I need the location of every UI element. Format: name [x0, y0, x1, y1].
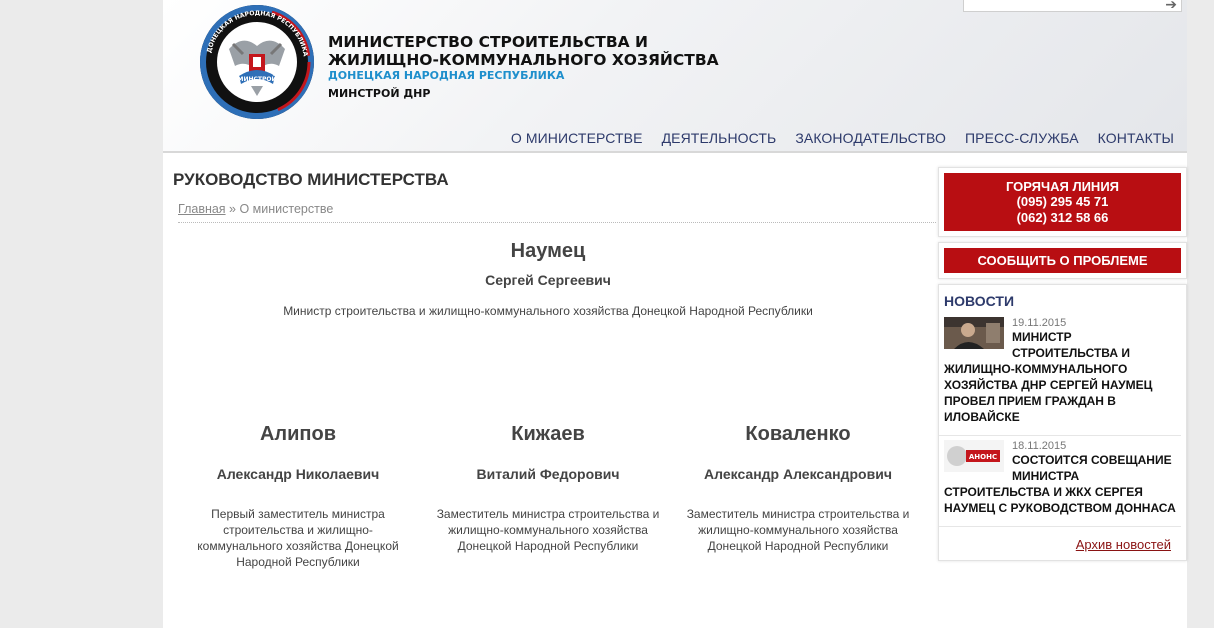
deputy-role: Заместитель министра строительства и жил…: [686, 507, 910, 553]
nav-item-legislation[interactable]: ЗАКОНОДАТЕЛЬСТВО: [795, 130, 946, 146]
hotline-box: ГОРЯЧАЯ ЛИНИЯ (095) 295 45 71 (062) 312 …: [938, 167, 1187, 237]
deputy-role: Первый заместитель министра строительств…: [197, 507, 399, 569]
org-title: МИНИСТЕРСТВО СТРОИТЕЛЬСТВА И ЖИЛИЩНО-КОМ…: [328, 33, 719, 69]
report-box: СООБЩИТЬ О ПРОБЛЕМЕ: [938, 242, 1187, 279]
news-box: НОВОСТИ 19.11.2015 МИНИСТР СТРОИТЕЛЬСТВА…: [938, 284, 1187, 561]
breadcrumb: Главная » О министерстве: [178, 202, 936, 223]
news-thumbnail-photo[interactable]: [944, 317, 1004, 349]
main-nav: О МИНИСТЕРСТВЕ ДЕЯТЕЛЬНОСТЬ ЗАКОНОДАТЕЛЬ…: [511, 130, 1174, 146]
news-archive-link[interactable]: Архив новостей: [1076, 537, 1171, 552]
deputy-card: Алипов Александр Николаевич Первый замес…: [183, 423, 413, 570]
news-item[interactable]: 19.11.2015 МИНИСТР СТРОИТЕЛЬСТВА И ЖИЛИЩ…: [939, 313, 1181, 436]
news-thumbnail-announcement[interactable]: АНОНС: [944, 440, 1004, 472]
sidebar: ГОРЯЧАЯ ЛИНИЯ (095) 295 45 71 (062) 312 …: [938, 167, 1187, 566]
minister-card: Наумец Сергей Сергеевич Министр строител…: [173, 240, 923, 318]
org-short-name: МИНСТРОЙ ДНР: [328, 87, 431, 100]
deputy-given-name: Александр Александрович: [704, 466, 892, 482]
deputy-card: Коваленко Александр Александрович Замест…: [683, 423, 913, 554]
org-title-line2: ЖИЛИЩНО-КОММУНАЛЬНОГО ХОЗЯЙСТВА: [328, 51, 719, 69]
ministry-emblem-logo[interactable]: ДОНЕЦКАЯ НАРОДНАЯ РЕСПУБЛИКА МИНСТРОЙ: [199, 4, 315, 120]
minister-surname: Наумец: [510, 240, 586, 262]
search-box: ➔: [963, 0, 1182, 14]
nav-item-activity[interactable]: ДЕЯТЕЛЬНОСТЬ: [662, 130, 777, 146]
svg-text:МИНСТРОЙ: МИНСТРОЙ: [237, 75, 276, 83]
nav-item-press[interactable]: ПРЕСС-СЛУЖБА: [965, 130, 1079, 146]
site-header: ДОНЕЦКАЯ НАРОДНАЯ РЕСПУБЛИКА МИНСТРОЙ МИ…: [163, 0, 1187, 153]
report-problem-button[interactable]: СООБЩИТЬ О ПРОБЛЕМЕ: [944, 248, 1181, 273]
deputy-surname: Коваленко: [745, 423, 851, 445]
page: ДОНЕЦКАЯ НАРОДНАЯ РЕСПУБЛИКА МИНСТРОЙ МИ…: [163, 0, 1187, 628]
hotline-phone: (095) 295 45 71: [1016, 194, 1109, 209]
main-content: РУКОВОДСТВО МИНИСТЕРСТВА Главная » О мин…: [173, 170, 938, 569]
deputy-surname: Алипов: [259, 423, 337, 445]
hotline-phone: (062) 312 58 66: [1016, 210, 1109, 225]
deputy-given-name: Александр Николаевич: [216, 466, 380, 482]
page-title: РУКОВОДСТВО МИНИСТЕРСТВА: [173, 170, 449, 189]
svg-text:АНОНС: АНОНС: [969, 453, 997, 461]
nav-item-about[interactable]: О МИНИСТЕРСТВЕ: [511, 130, 643, 146]
minister-role: Министр строительства и жилищно-коммунал…: [283, 304, 813, 318]
deputy-surname: Кижаев: [511, 423, 585, 445]
news-item[interactable]: АНОНС 18.11.2015 СОСТОИТСЯ СОВЕЩАНИЕ МИН…: [939, 436, 1181, 527]
org-subtitle: ДОНЕЦКАЯ НАРОДНАЯ РЕСПУБЛИКА: [328, 69, 565, 82]
news-archive: Архив новостей: [939, 527, 1186, 560]
search-input[interactable]: [964, 1, 1154, 14]
breadcrumb-current: О министерстве: [239, 202, 334, 216]
deputy-given-name: Виталий Федорович: [476, 466, 620, 482]
hotline-title: ГОРЯЧАЯ ЛИНИЯ: [1005, 179, 1120, 194]
breadcrumb-home-link[interactable]: Главная: [178, 202, 226, 216]
nav-item-contacts[interactable]: КОНТАКТЫ: [1098, 130, 1174, 146]
deputy-role: Заместитель министра строительства и жил…: [436, 507, 660, 553]
breadcrumb-separator: »: [225, 202, 240, 216]
org-title-line1: МИНИСТЕРСТВО СТРОИТЕЛЬСТВА И: [328, 33, 649, 51]
search-submit-arrow-icon[interactable]: ➔: [1165, 0, 1177, 13]
news-title: НОВОСТИ: [944, 293, 1015, 309]
minister-given-name: Сергей Сергеевич: [485, 272, 611, 288]
hotline-banner[interactable]: ГОРЯЧАЯ ЛИНИЯ (095) 295 45 71 (062) 312 …: [944, 173, 1181, 231]
deputy-card: Кижаев Виталий Федорович Заместитель мин…: [433, 423, 663, 554]
